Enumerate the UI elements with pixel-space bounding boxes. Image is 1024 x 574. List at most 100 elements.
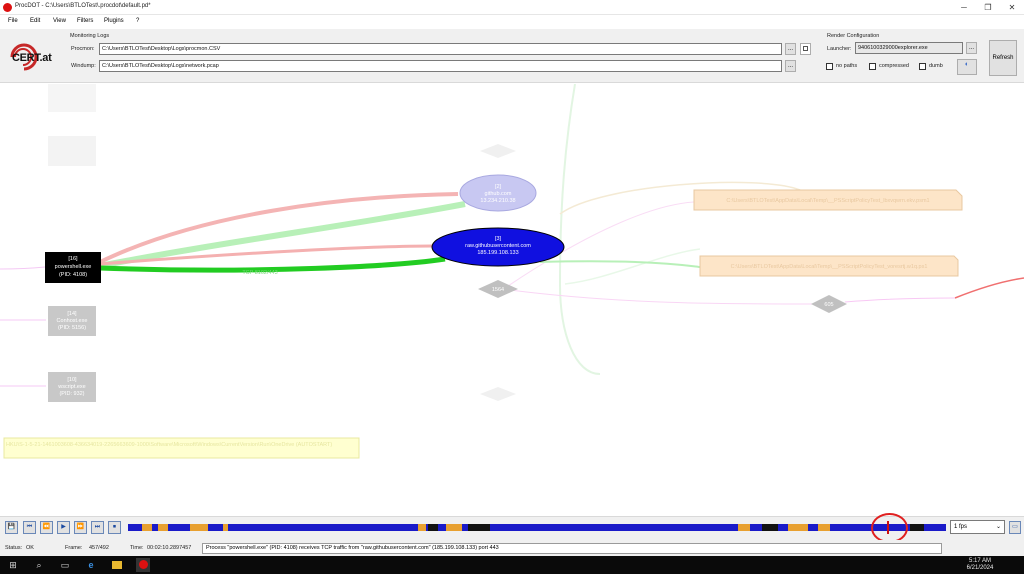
cert-at-logo: CERT.at — [4, 40, 62, 74]
file-explorer-icon[interactable] — [110, 558, 124, 572]
timeline-segment — [142, 524, 152, 531]
maximize-button[interactable]: ❐ — [976, 0, 1000, 15]
timeline-track[interactable] — [128, 520, 946, 534]
timeline-segment — [418, 524, 426, 531]
menu-help[interactable]: ? — [136, 18, 139, 24]
launcher-field[interactable]: 9406100329000explorer.exe — [855, 42, 963, 54]
first-frame-button[interactable]: ⏮ — [23, 521, 36, 534]
clock-date: 6/21/2024 — [966, 565, 994, 571]
timeline-segment — [762, 524, 778, 531]
keyboard-icon: ▭ — [1012, 524, 1018, 530]
menu-view[interactable]: View — [53, 18, 66, 24]
event-description: Process "powershell.exe" (PID: 4108) rec… — [202, 543, 942, 554]
menu-plugins[interactable]: Plugins — [104, 18, 124, 24]
file-node-psm1-path: C:\Users\BTLOTest\AppData\Local\Temp\__P… — [726, 198, 929, 204]
file-write-edge — [539, 260, 701, 268]
faded-edge — [558, 84, 601, 375]
faded-node-block — [48, 84, 96, 112]
timeline-segment — [468, 524, 490, 531]
fps-value: 1 fps — [954, 524, 968, 530]
time-label: Time: — [130, 545, 144, 551]
file-node-ps1-path: C:\Users\BTLOTest\AppData\Local\Temp\__P… — [731, 264, 928, 270]
menu-filters[interactable]: Filters — [77, 18, 93, 24]
minimize-button[interactable]: ─ — [952, 0, 976, 15]
faded-thread-node — [480, 144, 516, 158]
thread-node-605-label: 605 — [824, 302, 833, 308]
taskbar-clock[interactable]: 5:17 AM 6/21/2024 — [950, 558, 1010, 572]
windump-browse-button[interactable]: ... — [785, 60, 796, 72]
search-icon[interactable]: ⌕ — [32, 558, 46, 572]
task-view-icon[interactable]: ▭ — [58, 558, 72, 572]
timeline-segment — [223, 524, 228, 531]
timeline-segment — [788, 524, 808, 531]
save-frame-button[interactable]: 💾 — [5, 521, 18, 534]
procdot-icon — [138, 560, 148, 569]
conhost-node-id: [14] — [67, 311, 77, 317]
edge-to-offscreen — [954, 277, 1024, 299]
chevron-down-icon: ⌄ — [995, 524, 1001, 530]
menu-edit[interactable]: Edit — [30, 18, 40, 24]
previous-frame-button[interactable]: ⏪ — [40, 521, 53, 534]
timeline-segment — [158, 524, 168, 531]
registry-node-run-onedrive[interactable] — [3, 437, 360, 459]
powershell-node-id: [16] — [68, 256, 78, 262]
timeline-segment — [190, 524, 208, 531]
edge-github-powershell-in — [99, 201, 466, 269]
cert-logo-text: CERT.at — [12, 52, 52, 64]
stop-button[interactable]: ⏹ — [108, 521, 121, 534]
rawgithub-node-id: [3] — [495, 236, 502, 242]
conhost-node-pid: (PID: 5156) — [58, 325, 86, 331]
time-value: 00:02:10.2897457 — [147, 545, 192, 551]
frame-label: Frame: — [65, 545, 83, 551]
folder-icon — [112, 561, 122, 569]
menu-file[interactable]: File — [8, 18, 18, 24]
wscript-node-name: wscript.exe — [57, 384, 86, 390]
procdot-app-icon — [3, 3, 12, 12]
dumb-checkbox[interactable] — [919, 63, 926, 70]
edge-browser-icon[interactable]: e — [84, 558, 98, 572]
last-frame-button[interactable]: ⏭ — [91, 521, 104, 534]
timeline-segment — [818, 524, 830, 531]
no-paths-label: no paths — [836, 63, 858, 69]
refresh-button[interactable]: Refresh — [989, 40, 1017, 76]
procdot-taskbar-icon[interactable] — [136, 558, 150, 572]
registry-node-key: HKU\S-1-5-21-1461003608-436634019-226566… — [6, 442, 332, 448]
timeline-segment — [910, 524, 924, 531]
dumb-label: dumb — [929, 63, 943, 69]
title-bar: ProcDOT - C:\Users\BTLOTest\.procdot\def… — [0, 0, 1024, 15]
faded-edge — [0, 266, 46, 270]
no-paths-checkbox[interactable] — [826, 63, 833, 70]
window-title: ProcDOT - C:\Users\BTLOTest\.procdot\def… — [15, 3, 151, 9]
timeline-segment — [446, 524, 462, 531]
close-button[interactable]: ✕ — [1000, 0, 1024, 15]
clock-time: 5:17 AM — [968, 558, 991, 564]
process-graph[interactable]: TCP 8102/443 [16] powershell.exe (PID: 4… — [0, 84, 1024, 516]
timeline-bar[interactable] — [128, 520, 946, 534]
conhost-node-name: Conhost.exe — [57, 318, 88, 324]
palette-icon: ◐ — [964, 61, 970, 68]
windows-taskbar — [0, 556, 1024, 574]
graph-canvas[interactable]: TCP 8102/443 [16] powershell.exe (PID: 4… — [0, 84, 1024, 516]
github-node-host: github.com — [485, 191, 512, 197]
wscript-node-id: [10] — [67, 377, 77, 383]
procmon-label: Procmon: — [71, 46, 95, 52]
compressed-checkbox[interactable] — [869, 63, 876, 70]
procmon-path-field[interactable]: C:\Users\BTLOTest\Desktop\Logs\procmon.C… — [99, 43, 782, 55]
procmon-options-button[interactable] — [800, 43, 811, 55]
faded-edge — [509, 289, 813, 305]
procmon-browse-button[interactable]: ... — [785, 43, 796, 55]
github-node-id: [2] — [495, 184, 502, 190]
play-button[interactable]: ▶ — [57, 521, 70, 534]
next-frame-button[interactable]: ⏩ — [74, 521, 87, 534]
fps-dropdown[interactable]: 1 fps ⌄ — [950, 520, 1005, 534]
status-value: OK — [26, 545, 34, 551]
wscript-node-pid: (PID: 932) — [59, 391, 84, 397]
render-config-title: Render Configuration — [827, 33, 880, 39]
windump-path-field[interactable]: C:\Users\BTLOTest\Desktop\Logs\network.p… — [99, 60, 782, 72]
powershell-node-pid: (PID: 4108) — [59, 272, 87, 278]
launcher-browse-button[interactable]: ... — [966, 42, 977, 54]
windows-start-icon[interactable]: ⊞ — [6, 558, 20, 572]
render-settings-button[interactable]: ◐ — [957, 59, 977, 75]
timeline-segment — [428, 524, 438, 531]
timeline-options-button[interactable]: ▭ — [1009, 521, 1021, 534]
